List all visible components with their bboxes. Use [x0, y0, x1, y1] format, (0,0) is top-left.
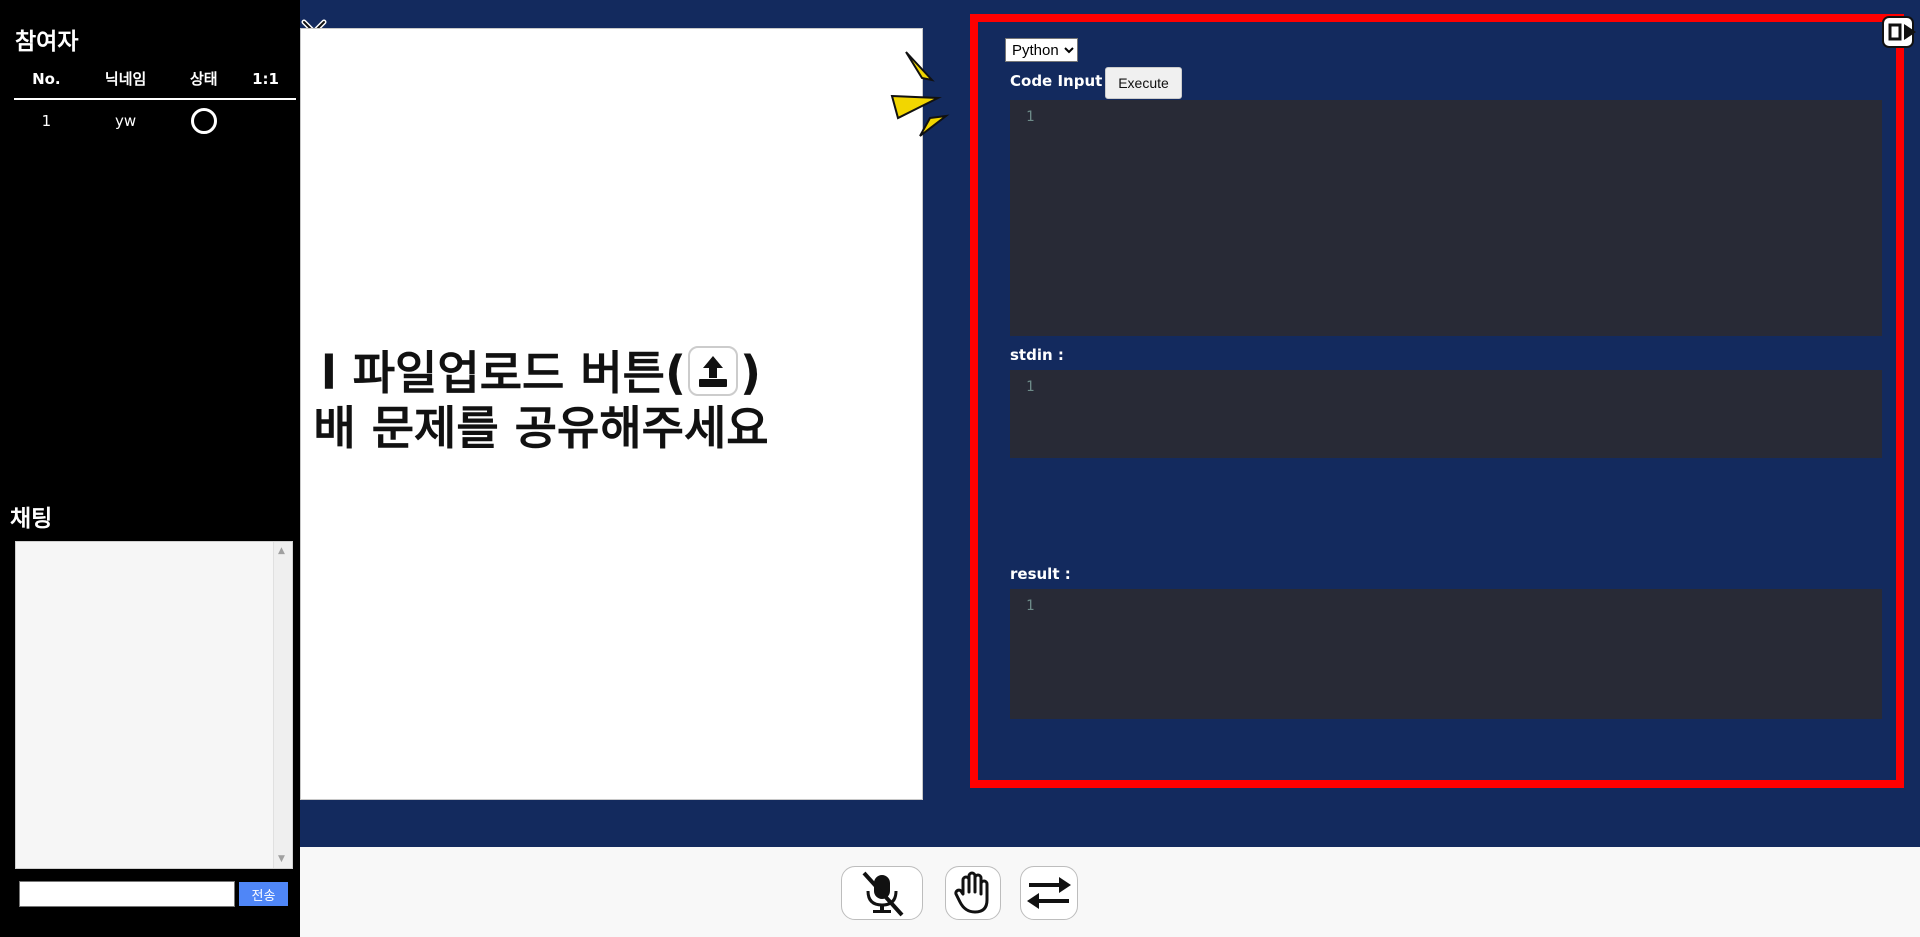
- column-header-nickname: 닉네임: [78, 64, 173, 100]
- chat-log[interactable]: ▲ ▼: [15, 541, 293, 869]
- message-line1-end: ): [740, 346, 762, 400]
- scroll-up-icon[interactable]: ▲: [278, 546, 285, 556]
- mic-off-icon: [862, 871, 904, 917]
- line-number: 1: [1026, 379, 1035, 395]
- participant-nickname: yw: [115, 112, 137, 130]
- result-editor[interactable]: 1: [1010, 589, 1882, 719]
- code-input-label: Code Input: [1010, 72, 1103, 90]
- column-header-status: 상태: [172, 64, 236, 100]
- chat-scrollbar[interactable]: ▲ ▼: [273, 542, 292, 868]
- scroll-down-icon[interactable]: ▼: [278, 854, 285, 864]
- participant-one-to-one[interactable]: [235, 99, 296, 142]
- status-circle-icon: [190, 108, 217, 134]
- mic-toggle-button[interactable]: [841, 866, 923, 920]
- exit-icon[interactable]: [1880, 12, 1920, 52]
- upload-icon: [688, 345, 739, 396]
- table-row: 1 yw: [14, 99, 296, 142]
- raise-hand-icon: [954, 871, 989, 914]
- language-select[interactable]: Python: [1005, 38, 1078, 62]
- bottom-toolbar: [300, 847, 1920, 937]
- execute-button[interactable]: Execute: [1105, 67, 1182, 99]
- chat-title: 채팅: [10, 506, 53, 532]
- sidebar: 참여자 No. 닉네임 상태 1:1 1 yw 채팅 ▲ ▼ 전송: [0, 0, 300, 937]
- column-header-no: No.: [14, 64, 79, 100]
- whiteboard-message-line2: 배 문제를 공유해주세요: [313, 400, 769, 455]
- line-number: 1: [1026, 109, 1035, 125]
- raise-hand-button[interactable]: [945, 866, 1001, 920]
- code-editor[interactable]: 1: [1010, 100, 1882, 336]
- send-button[interactable]: 전송: [239, 882, 288, 906]
- stdin-label: stdin :: [1010, 346, 1064, 364]
- swap-icon: [1027, 877, 1071, 909]
- result-label: result :: [1010, 565, 1071, 583]
- column-header-one-to-one: 1:1: [235, 64, 296, 100]
- sparkle-icon: [890, 51, 950, 137]
- whiteboard-message-line1: l 파일업로드 버튼(): [301, 345, 781, 402]
- whiteboard[interactable]: l 파일업로드 버튼() 배 문제를 공유해주세요: [300, 28, 923, 800]
- message-line1-text: l 파일업로드 버튼(: [320, 346, 687, 400]
- participants-table: No. 닉네임 상태 1:1 1 yw: [14, 64, 296, 142]
- participant-no: 1: [41, 112, 52, 130]
- swap-button[interactable]: [1020, 866, 1078, 920]
- code-panel: Python Code Input Execute 1 stdin : 1 re…: [970, 14, 1904, 788]
- whiteboard-message: l 파일업로드 버튼() 배 문제를 공유해주세요: [301, 345, 781, 455]
- line-number: 1: [1026, 598, 1035, 614]
- participant-status: [173, 99, 236, 142]
- stdin-editor[interactable]: 1: [1010, 370, 1882, 458]
- participants-title: 참여자: [15, 29, 79, 55]
- chat-input[interactable]: [19, 881, 235, 907]
